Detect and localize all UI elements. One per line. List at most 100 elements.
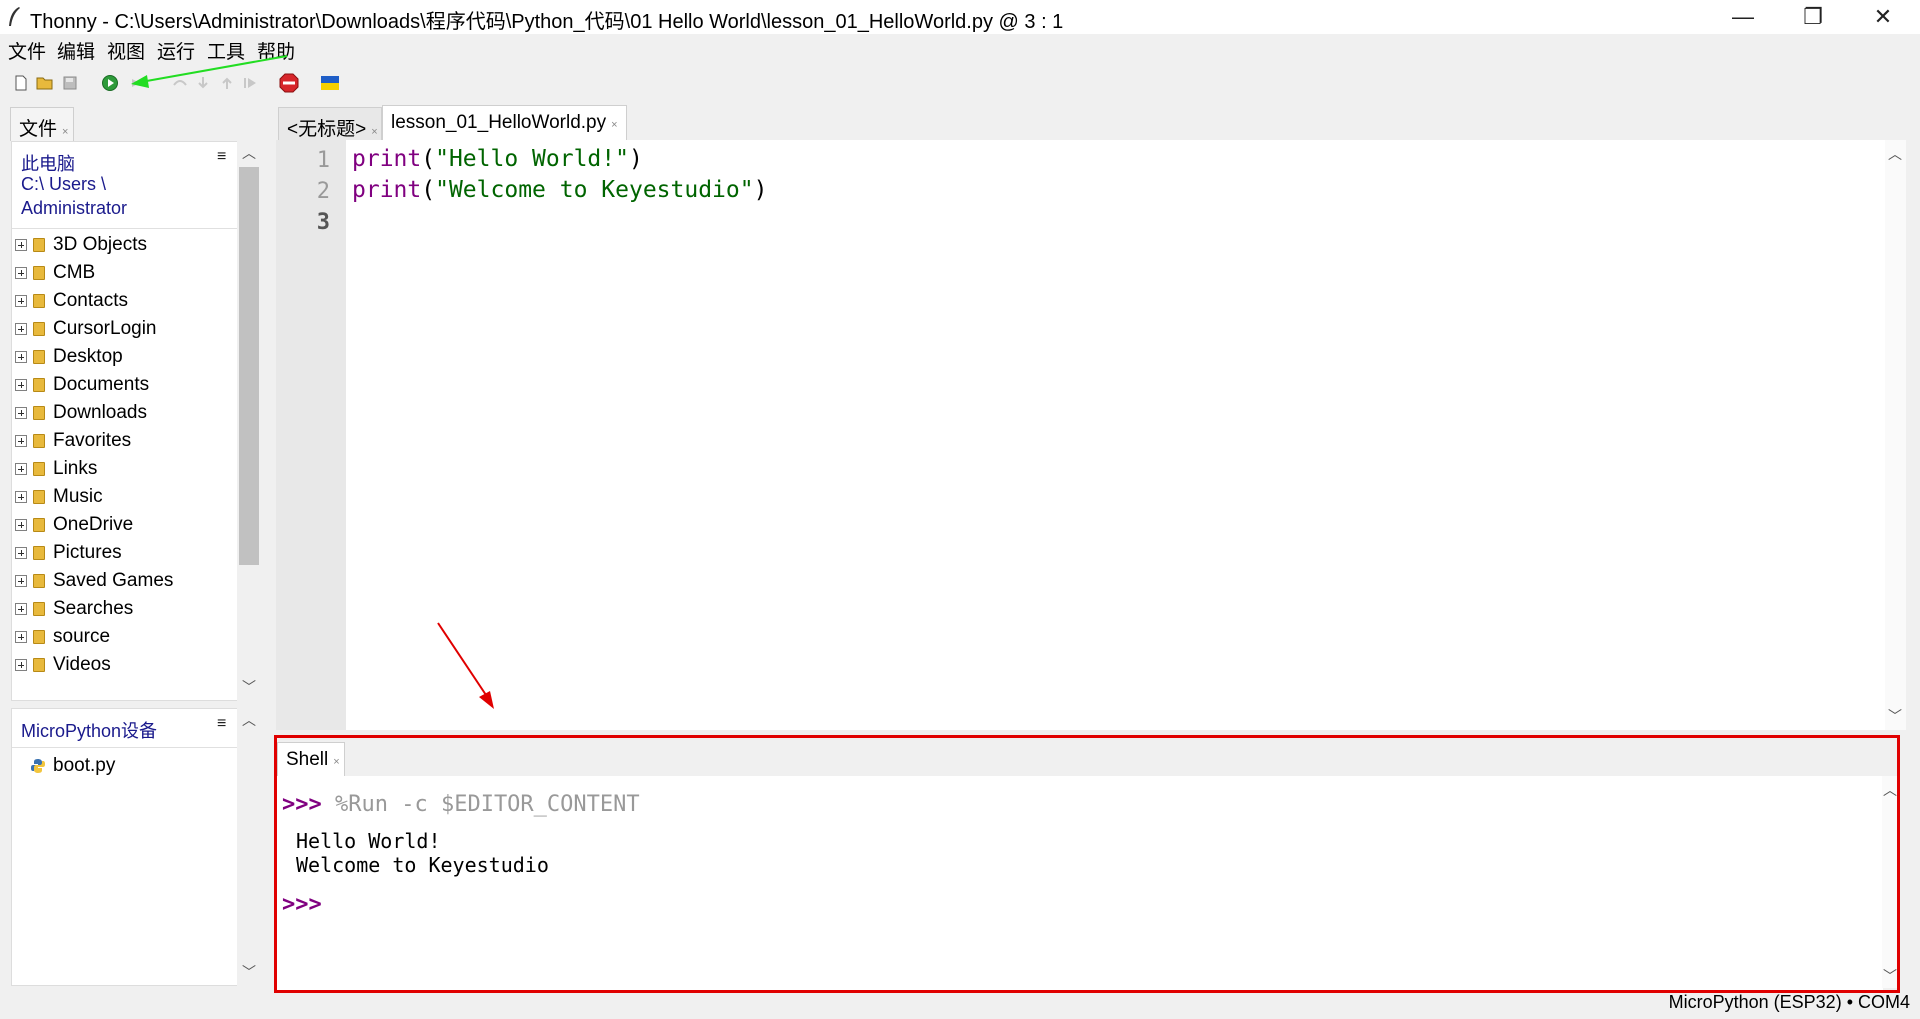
code-editor[interactable] xyxy=(276,140,1906,730)
run-icon[interactable] xyxy=(100,73,120,93)
folder-icon xyxy=(33,378,45,392)
folder-icon xyxy=(33,266,45,280)
maximize-button[interactable]: ❐ xyxy=(1778,0,1848,34)
folder-videos[interactable]: Videos xyxy=(15,652,111,678)
expand-icon[interactable] xyxy=(15,463,27,475)
scroll-up-icon[interactable]: ︿ xyxy=(1885,144,1905,164)
folder-favorites[interactable]: Favorites xyxy=(15,428,131,454)
folder-source[interactable]: source xyxy=(15,624,110,650)
device-menu-icon[interactable]: ≡ xyxy=(217,715,226,733)
file-label: boot.py xyxy=(53,755,116,776)
expand-icon[interactable] xyxy=(15,659,27,671)
folder-cmb[interactable]: CMB xyxy=(15,260,95,286)
folder-label: 3D Objects xyxy=(53,234,147,255)
minimize-button[interactable]: — xyxy=(1708,0,1778,34)
scroll-down-icon[interactable]: ﹀ xyxy=(1885,706,1905,726)
expand-icon[interactable] xyxy=(15,239,27,251)
scroll-down-icon[interactable]: ﹀ xyxy=(239,677,259,697)
editor-scrollbar[interactable]: ︿ ﹀ xyxy=(1885,140,1906,730)
tab-files[interactable]: 文件 × xyxy=(10,107,74,141)
annotation-arrow-red xyxy=(437,622,494,709)
code-line-1[interactable]: print("Hello World!") xyxy=(352,146,643,172)
expand-icon[interactable] xyxy=(15,351,27,363)
path-administrator[interactable]: Administrator xyxy=(21,198,127,219)
files-scrollbar[interactable]: ︿ ﹀ xyxy=(237,141,261,701)
expand-icon[interactable] xyxy=(15,603,27,615)
code-paren: ( xyxy=(421,146,436,172)
folder-icon xyxy=(33,574,45,588)
expand-icon[interactable] xyxy=(15,379,27,391)
folder-searches[interactable]: Searches xyxy=(15,596,133,622)
folder-downloads[interactable]: Downloads xyxy=(15,400,147,426)
folder-music[interactable]: Music xyxy=(15,484,103,510)
close-icon[interactable]: × xyxy=(611,119,617,131)
device-scrollbar[interactable]: ︿ ﹀ xyxy=(237,708,261,986)
expand-icon[interactable] xyxy=(15,295,27,307)
line-number-current: 3 xyxy=(316,210,330,235)
folder-icon xyxy=(33,434,45,448)
expand-icon[interactable] xyxy=(15,323,27,335)
scroll-thumb[interactable] xyxy=(239,167,259,565)
save-file-icon[interactable] xyxy=(60,73,80,93)
title-bar: Thonny - C:\Users\Administrator\Download… xyxy=(0,0,1920,34)
code-paren: ) xyxy=(753,177,768,203)
tab-files-label: 文件 xyxy=(19,119,58,140)
ukraine-flag-icon[interactable] xyxy=(320,73,340,93)
status-bar[interactable]: MicroPython (ESP32) • COM4 xyxy=(1640,992,1910,1016)
files-menu-icon[interactable]: ≡ xyxy=(217,148,226,166)
folder-label: Downloads xyxy=(53,402,147,423)
folder-icon xyxy=(33,546,45,560)
folder-desktop[interactable]: Desktop xyxy=(15,344,123,370)
folder-links[interactable]: Links xyxy=(15,456,97,482)
expand-icon[interactable] xyxy=(15,267,27,279)
folder-contacts[interactable]: Contacts xyxy=(15,288,128,314)
tab-lesson-01[interactable]: lesson_01_HelloWorld.py × xyxy=(382,105,627,141)
window-title: Thonny - C:\Users\Administrator\Download… xyxy=(30,11,1064,33)
path-users[interactable]: C:\ Users \ xyxy=(21,174,106,195)
device-title: MicroPython设备 xyxy=(21,721,158,741)
folder-label: Saved Games xyxy=(53,570,174,591)
open-file-icon[interactable] xyxy=(35,73,55,93)
code-string: "Welcome to Keyestudio" xyxy=(435,177,754,203)
expand-icon[interactable] xyxy=(15,575,27,587)
folder-icon xyxy=(33,630,45,644)
path-this-pc[interactable]: 此电脑 xyxy=(21,150,75,176)
shell-highlight-frame xyxy=(274,735,1900,993)
scroll-up-icon[interactable]: ︿ xyxy=(239,710,259,730)
expand-icon[interactable] xyxy=(15,631,27,643)
code-line-2[interactable]: print("Welcome to Keyestudio") xyxy=(352,177,767,203)
close-icon[interactable]: × xyxy=(62,126,68,138)
code-paren: ) xyxy=(628,146,643,172)
close-button[interactable]: ✕ xyxy=(1848,0,1918,34)
scroll-down-icon[interactable]: ﹀ xyxy=(239,962,259,982)
expand-icon[interactable] xyxy=(15,519,27,531)
folder-saved-games[interactable]: Saved Games xyxy=(15,568,173,594)
close-icon[interactable]: × xyxy=(371,126,377,138)
file-boot-py[interactable]: boot.py xyxy=(30,753,115,779)
expand-icon[interactable] xyxy=(15,407,27,419)
menu-file[interactable]: 文件 xyxy=(8,37,46,64)
scroll-up-icon[interactable]: ︿ xyxy=(239,143,259,163)
expand-icon[interactable] xyxy=(15,435,27,447)
tab-untitled[interactable]: <无标题> × xyxy=(278,107,382,141)
line-number: 1 xyxy=(316,148,330,173)
folder-onedrive[interactable]: OneDrive xyxy=(15,512,133,538)
folder-label: Contacts xyxy=(53,290,128,311)
expand-icon[interactable] xyxy=(15,547,27,559)
menu-edit[interactable]: 编辑 xyxy=(57,37,95,64)
annotation-arrow-green xyxy=(131,55,288,88)
divider xyxy=(12,747,240,748)
folder-label: Pictures xyxy=(53,542,122,563)
expand-icon[interactable] xyxy=(15,491,27,503)
micropython-device-panel: MicroPython设备 ≡ boot.py xyxy=(11,708,261,986)
folder-label: Searches xyxy=(53,598,134,619)
folder-label: CMB xyxy=(53,262,96,283)
new-file-icon[interactable] xyxy=(11,73,31,93)
folder-documents[interactable]: Documents xyxy=(15,372,149,398)
folder-icon xyxy=(33,238,45,252)
folder-icon xyxy=(33,602,45,616)
folder-cursorlogin[interactable]: CursorLogin xyxy=(15,316,157,342)
folder-pictures[interactable]: Pictures xyxy=(15,540,122,566)
folder-3d-objects[interactable]: 3D Objects xyxy=(15,232,147,258)
code-function: print xyxy=(352,177,422,203)
